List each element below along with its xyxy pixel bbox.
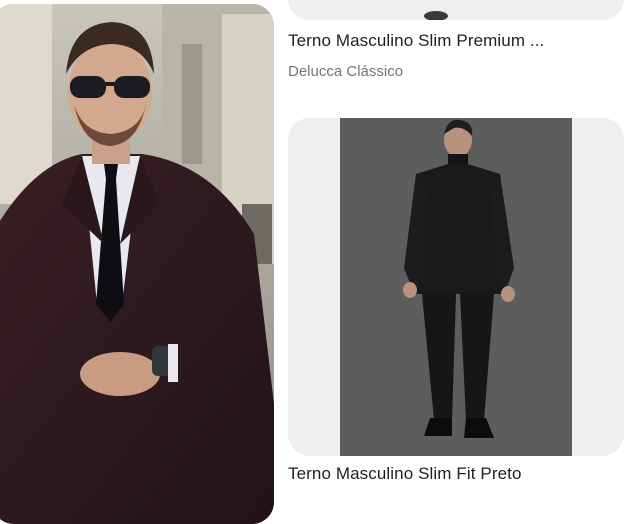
burgundy-suit-photo — [0, 4, 274, 524]
top-pin-photo — [288, 0, 624, 20]
pin-source[interactable]: Delucca Clássico — [288, 63, 403, 80]
pin-title[interactable]: Terno Masculino Slim Premium ... — [288, 31, 618, 51]
pin-image-black-suit[interactable] — [288, 118, 624, 456]
black-suit-photo — [288, 118, 624, 456]
pin-image-burgundy-suit[interactable] — [0, 4, 274, 524]
pin-title[interactable]: Terno Masculino Slim Fit Preto — [288, 464, 618, 484]
pin-image-top[interactable] — [288, 0, 624, 20]
